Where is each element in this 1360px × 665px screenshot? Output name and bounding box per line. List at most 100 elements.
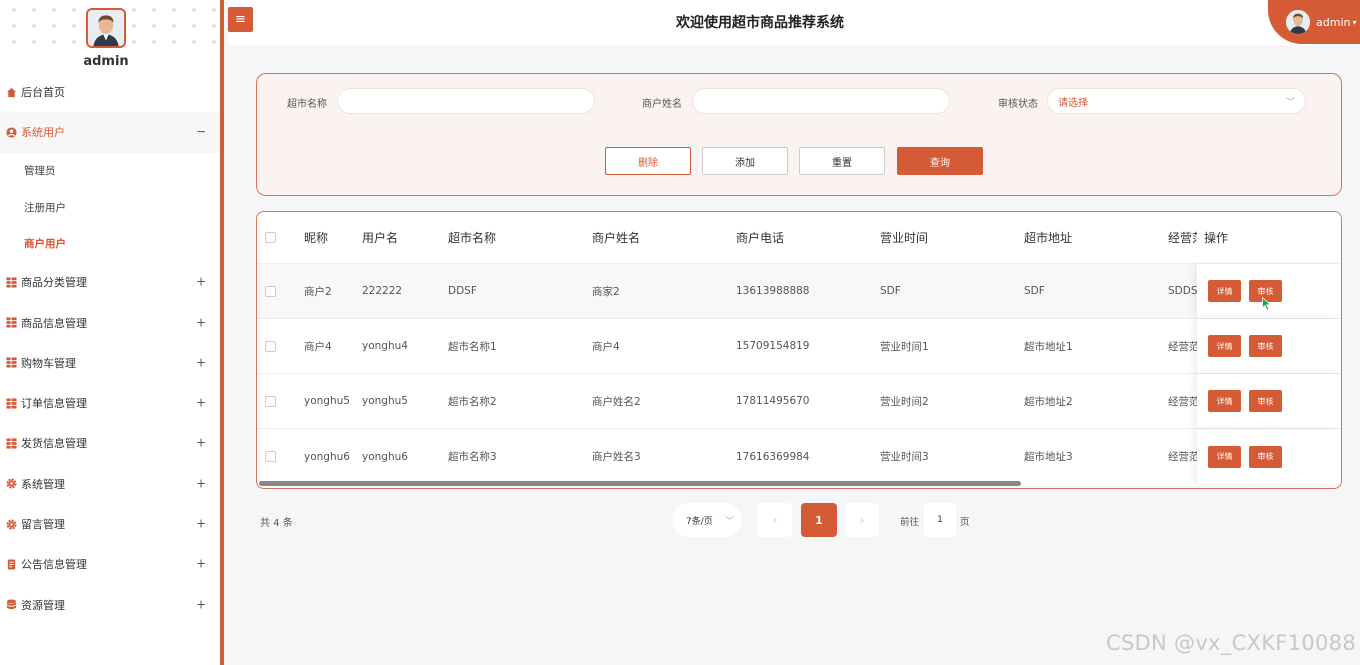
table-row[interactable]: 商户2 222222 DDSF 商家2 13613988888 SDF SDF … xyxy=(257,264,1341,319)
page-size-select[interactable]: 7条/页 ﹀ xyxy=(672,503,742,537)
row-checkbox[interactable] xyxy=(265,429,276,484)
expand-icon[interactable]: + xyxy=(196,436,206,450)
cell-username: yonghu6 xyxy=(362,450,408,463)
supermarket-name-input[interactable] xyxy=(337,88,595,114)
submenu-item-registered-users[interactable]: 注册用户 xyxy=(0,189,220,226)
row-actions: 详情 审核 xyxy=(1197,319,1341,373)
detail-button[interactable]: 详情 xyxy=(1208,280,1241,302)
detail-button[interactable]: 详情 xyxy=(1208,390,1241,412)
row-checkbox[interactable] xyxy=(265,374,276,428)
sidebar-item-category[interactable]: 商品分类管理 + xyxy=(0,262,220,302)
horizontal-scrollbar[interactable] xyxy=(259,481,1021,486)
audit-status-placeholder: 请选择 xyxy=(1058,97,1088,109)
document-icon xyxy=(5,558,17,570)
sidebar-item-label: 系统管理 xyxy=(21,477,65,491)
sidebar-item-shipping[interactable]: 发货信息管理 + xyxy=(0,423,220,463)
page-number-current[interactable]: 1 xyxy=(801,503,837,537)
sidebar-item-label: 资源管理 xyxy=(21,598,65,612)
sidebar-item-system-management[interactable]: 系统管理 + xyxy=(0,464,220,504)
expand-icon[interactable]: + xyxy=(196,476,206,490)
merchant-name-label: 商户姓名 xyxy=(642,99,682,110)
collapse-icon[interactable]: − xyxy=(196,125,206,139)
merchant-name-input[interactable] xyxy=(692,88,950,114)
cell-business-scope: 经营范 xyxy=(1168,395,1197,408)
table-row[interactable]: 商户4 yonghu4 超市名称1 商户4 15709154819 营业时间1 … xyxy=(257,319,1341,374)
grid-icon xyxy=(5,276,17,288)
add-button[interactable]: 添加 xyxy=(702,147,788,175)
expand-icon[interactable]: + xyxy=(196,395,206,409)
select-all-checkbox[interactable] xyxy=(265,212,276,263)
detail-button[interactable]: 详情 xyxy=(1208,445,1241,468)
cell-nickname: 商户2 xyxy=(304,285,332,298)
grid-icon xyxy=(5,397,17,409)
user-circle-icon xyxy=(5,126,17,138)
page-title: 欢迎使用超市商品推荐系统 xyxy=(676,15,844,31)
row-actions: 详情 审核 xyxy=(1197,374,1341,428)
cell-address: 超市地址3 xyxy=(1024,451,1073,463)
cell-merchant-name: 商户4 xyxy=(592,340,620,353)
column-header: 超市名称 xyxy=(448,231,497,245)
sidebar-username: admin xyxy=(83,54,129,69)
audit-button[interactable]: 审核 xyxy=(1249,445,1282,468)
sidebar-item-label: 发货信息管理 xyxy=(21,437,87,451)
expand-icon[interactable]: + xyxy=(196,516,206,530)
avatar-image xyxy=(88,10,124,46)
row-checkbox[interactable] xyxy=(265,319,276,373)
sidebar-item-product-info[interactable]: 商品信息管理 + xyxy=(0,302,220,342)
search-panel: 超市名称 商户姓名 审核状态 请选择 ﹀ 删除 添加 重置 查询 xyxy=(256,73,1342,196)
submenu-item-merchant-users[interactable]: 商户用户 xyxy=(0,225,220,263)
table-row[interactable]: yonghu5 yonghu5 超市名称2 商户姓名2 17811495670 … xyxy=(257,374,1341,429)
detail-button[interactable]: 详情 xyxy=(1208,335,1241,357)
delete-button[interactable]: 删除 xyxy=(605,147,691,175)
user-menu[interactable]: admin ▾ xyxy=(1268,0,1360,44)
expand-icon[interactable]: + xyxy=(196,597,206,611)
row-actions: 详情 审核 xyxy=(1197,264,1341,318)
cell-address: SDF xyxy=(1024,285,1045,297)
sidebar-item-resources[interactable]: 资源管理 + xyxy=(0,584,220,624)
sidebar: admin 后台首页 系统用户 − 管理员 注册用户 商户用户 商品分类管理 +… xyxy=(0,0,224,665)
submenu-system-users: 管理员 注册用户 商户用户 xyxy=(0,152,220,263)
audit-button[interactable]: 审核 xyxy=(1249,335,1282,357)
database-icon xyxy=(5,599,17,611)
cell-address: 超市地址1 xyxy=(1024,340,1073,353)
sidebar-item-announcements[interactable]: 公告信息管理 + xyxy=(0,544,220,584)
cell-nickname: yonghu6 xyxy=(304,450,350,463)
cell-supermarket-name: 超市名称2 xyxy=(448,395,497,408)
submenu-item-admin[interactable]: 管理员 xyxy=(0,152,220,190)
cell-business-scope: 经营范 xyxy=(1168,340,1197,353)
goto-suffix: 页 xyxy=(960,517,970,528)
sidebar-item-label: 商品信息管理 xyxy=(21,316,87,330)
goto-page-input[interactable]: 1 xyxy=(924,503,956,537)
sidebar-item-system-users[interactable]: 系统用户 − xyxy=(0,112,220,153)
cell-username: yonghu4 xyxy=(362,340,408,352)
user-menu-label: admin xyxy=(1316,15,1351,29)
next-page-button[interactable]: › xyxy=(845,503,879,537)
sidebar-item-home[interactable]: 后台首页 xyxy=(0,72,220,112)
sidebar-item-messages[interactable]: 留言管理 + xyxy=(0,504,220,544)
expand-icon[interactable]: + xyxy=(196,355,206,369)
expand-icon[interactable]: + xyxy=(196,557,206,571)
sidebar-item-orders[interactable]: 订单信息管理 + xyxy=(0,383,220,423)
avatar[interactable] xyxy=(86,8,126,48)
total-count: 共 4 条 xyxy=(260,518,293,529)
query-button[interactable]: 查询 xyxy=(897,147,983,175)
expand-icon[interactable]: + xyxy=(196,315,206,329)
expand-icon[interactable]: + xyxy=(196,275,206,289)
sidebar-menu: 后台首页 系统用户 − 管理员 注册用户 商户用户 商品分类管理 + 商品信息管… xyxy=(0,72,220,625)
cell-supermarket-name: 超市名称3 xyxy=(448,451,497,463)
cell-business-hours: SDF xyxy=(880,285,901,297)
home-icon xyxy=(5,86,17,98)
table-row[interactable]: yonghu6 yonghu6 超市名称3 商户姓名3 17616369984 … xyxy=(257,429,1341,484)
row-checkbox[interactable] xyxy=(265,264,276,318)
reset-button[interactable]: 重置 xyxy=(799,147,885,175)
mouse-cursor-icon xyxy=(1262,297,1272,311)
sidebar-item-cart[interactable]: 购物车管理 + xyxy=(0,343,220,383)
chevron-down-icon: ﹀ xyxy=(1285,98,1295,108)
sidebar-item-label: 订单信息管理 xyxy=(21,397,87,411)
cell-business-hours: 营业时间2 xyxy=(880,395,929,408)
cell-merchant-name: 商户姓名3 xyxy=(592,451,641,463)
audit-button[interactable]: 审核 xyxy=(1249,390,1282,412)
audit-status-select[interactable]: 请选择 ﹀ xyxy=(1047,88,1306,114)
sidebar-item-label: 购物车管理 xyxy=(21,356,76,370)
prev-page-button[interactable]: ‹ xyxy=(758,503,792,537)
